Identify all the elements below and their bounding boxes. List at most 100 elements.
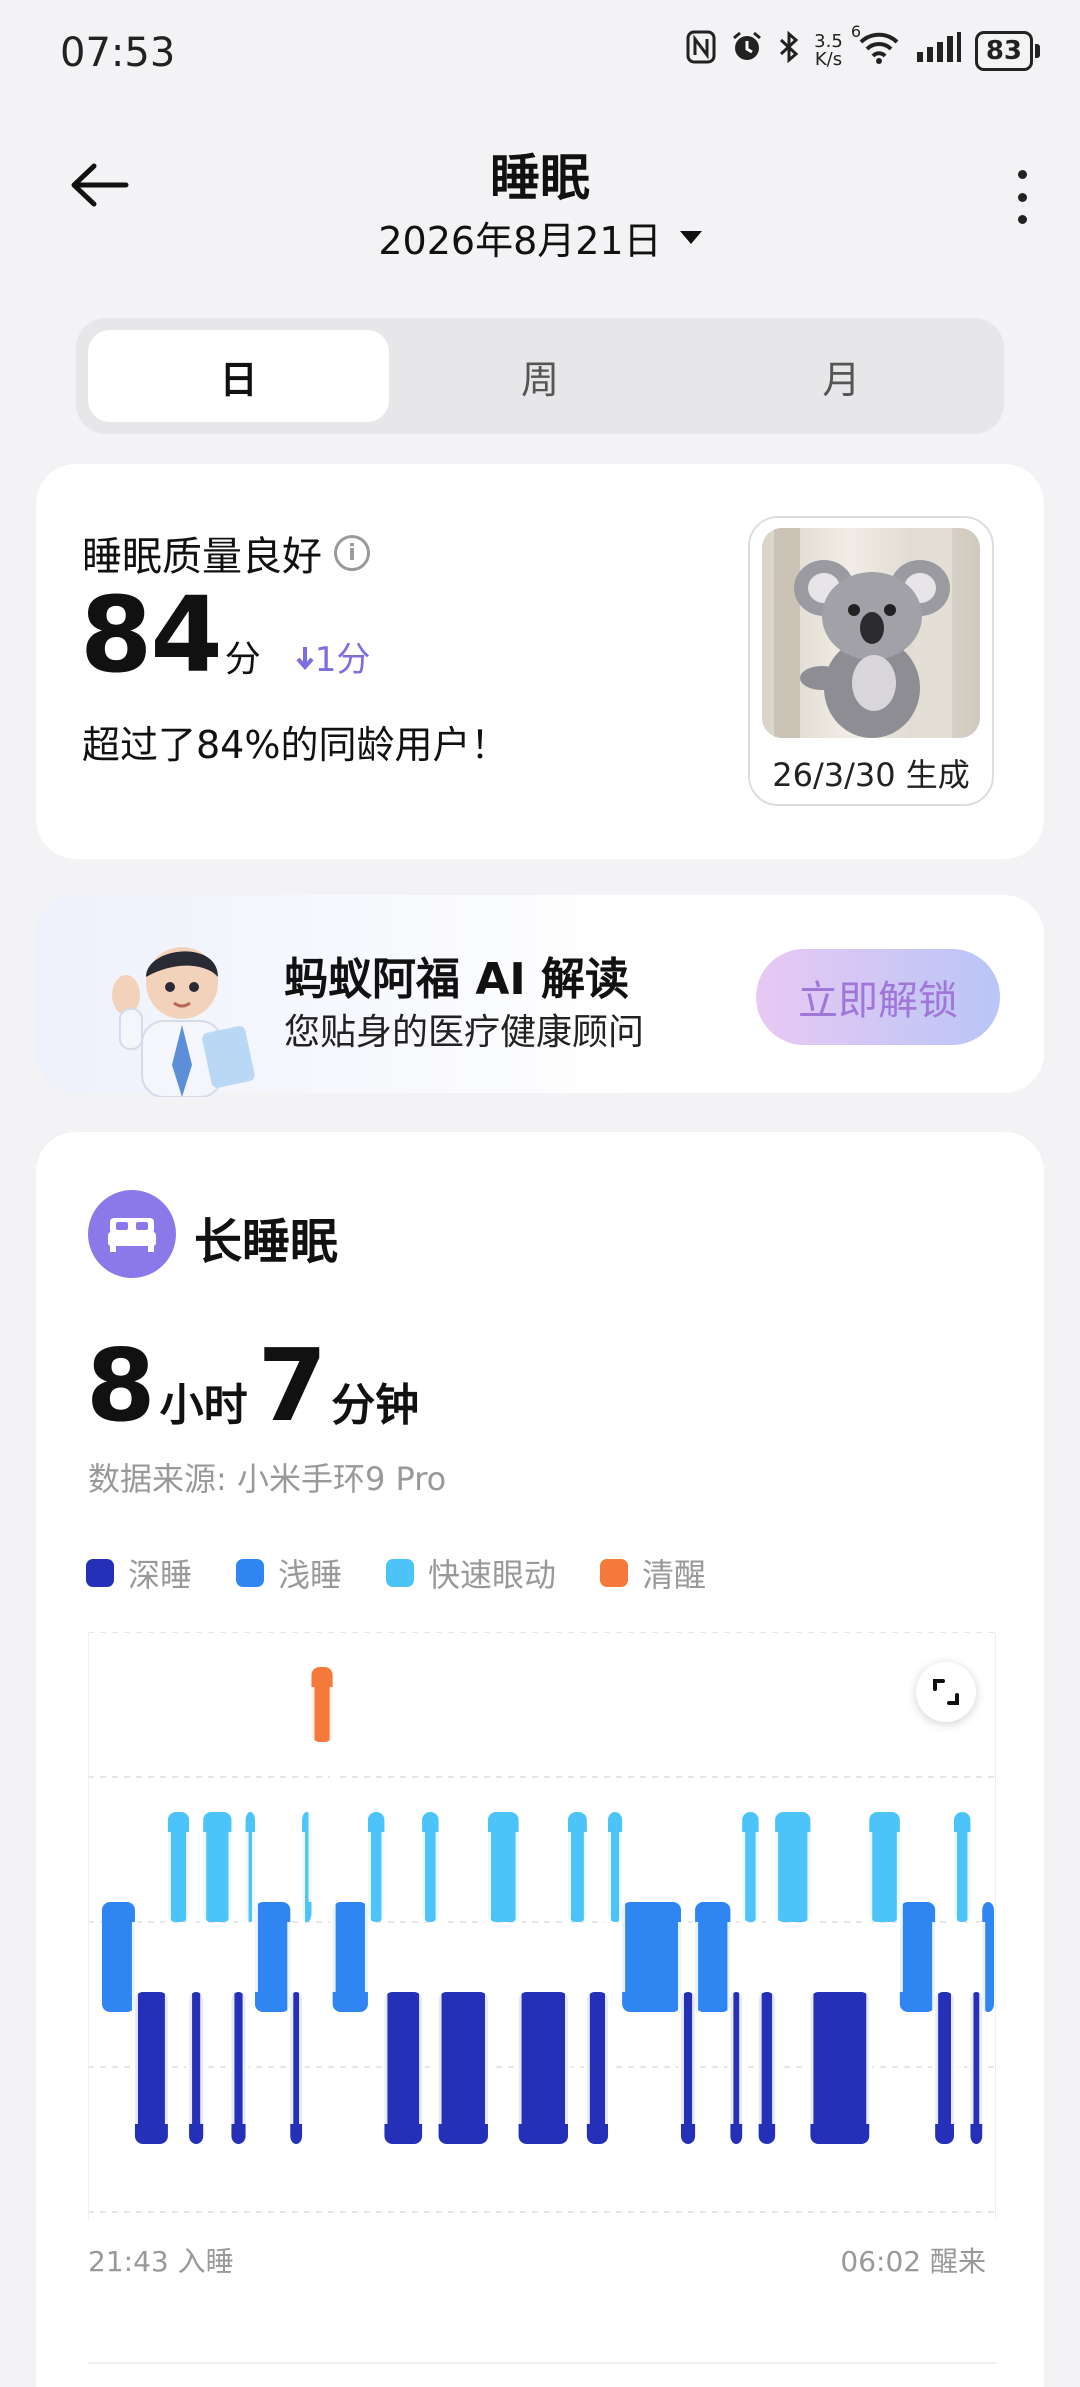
date-label: 2026年8月21日 xyxy=(378,219,662,263)
koala-date: 26/3/30 生成 xyxy=(772,756,970,794)
net-speed: 3.5 K/s xyxy=(814,31,843,70)
status-time: 07:53 xyxy=(60,30,176,76)
date-selector[interactable]: 2026年8月21日 xyxy=(0,210,1080,265)
sleep-stage-chart[interactable] xyxy=(88,1632,996,2220)
stage-transition xyxy=(186,1832,193,2124)
duration-hours: 8 xyxy=(86,1327,156,1444)
minutes-unit: 分钟 xyxy=(331,1380,420,1431)
stage-transition xyxy=(287,1922,294,2124)
stage-segment xyxy=(622,1902,681,2012)
stage-transition xyxy=(677,1922,684,2124)
caret-down-icon xyxy=(679,231,702,244)
sleep-title: 长睡眠 xyxy=(194,1214,339,1270)
stage-transition xyxy=(979,1922,986,2124)
stage-segment xyxy=(869,1812,900,1922)
quality-description: 超过了84%的同龄用户！ xyxy=(82,723,509,767)
unlock-button[interactable]: 立即解锁 xyxy=(756,949,1000,1045)
data-source: 数据来源: 小米手环9 Pro xyxy=(88,1460,447,1498)
ai-title: 蚂蚁阿福 AI 解读 xyxy=(284,954,630,1005)
stage-segment xyxy=(167,1812,190,1922)
stage-transition xyxy=(228,1832,235,2124)
stage-transition xyxy=(950,1832,957,2124)
battery-cap xyxy=(1035,44,1040,58)
stage-transition xyxy=(308,1687,315,1902)
sleep-quality-card[interactable]: 睡眠质量良好 i 84 分 1分 超过了84%的同龄用户！ 26/3/30 生成 xyxy=(36,464,1044,859)
hours-unit: 小时 xyxy=(159,1380,248,1431)
stage-segment xyxy=(384,1992,423,2144)
stage-segment xyxy=(899,1902,936,2012)
stage-segment xyxy=(518,1992,569,2144)
stage-transition xyxy=(619,1832,626,1992)
stage-transition xyxy=(364,1832,371,1992)
stage-segment xyxy=(254,1902,291,2012)
sleep-duration: 8 小时 7 分钟 xyxy=(86,1327,429,1444)
ai-promo-card[interactable]: 蚂蚁阿福 AI 解读 您贴身的医疗健康顾问 立即解锁 xyxy=(36,895,1044,1098)
legend-awake: 清醒 xyxy=(600,1550,706,1596)
battery-indicator: 83 xyxy=(974,31,1033,71)
bed-icon xyxy=(88,1190,176,1278)
sleep-start-time: 21:43 入睡 xyxy=(88,2245,234,2278)
tab-week[interactable]: 周 xyxy=(389,330,690,422)
stage-transition xyxy=(807,1832,814,2124)
tab-day[interactable]: 日 xyxy=(88,330,390,422)
more-options-button[interactable] xyxy=(1012,170,1032,224)
koala-card[interactable]: 26/3/30 生成 xyxy=(748,516,994,806)
nfc-icon xyxy=(686,30,716,72)
quality-score: 84 xyxy=(80,574,223,696)
stage-segment xyxy=(203,1812,232,1922)
quality-score-row: 84 分 1分 xyxy=(80,574,370,696)
signal-icon xyxy=(915,32,961,70)
stage-transition xyxy=(896,1832,903,1992)
sleep-end-time: 06:02 醒来 xyxy=(840,2245,986,2278)
score-delta: 1分 xyxy=(295,632,370,681)
stage-transition xyxy=(583,1832,590,2124)
stage-transition xyxy=(200,1832,207,2124)
stage-segment xyxy=(134,1992,168,2144)
stage-segment xyxy=(332,1902,368,2012)
stage-transition xyxy=(605,1832,612,2124)
ai-subtitle: 您贴身的医疗健康顾问 xyxy=(284,1012,645,1053)
stage-segment xyxy=(102,1902,135,2012)
info-icon[interactable]: i xyxy=(334,535,370,571)
stage-transition xyxy=(419,1832,426,2124)
stage-transition xyxy=(692,1922,699,2124)
stage-transition xyxy=(739,1832,746,2124)
page-title: 睡眠 xyxy=(490,149,590,207)
bluetooth-icon xyxy=(778,30,800,72)
wifi-icon: 6 xyxy=(851,22,901,72)
stage-transition xyxy=(329,1687,336,1992)
tab-month[interactable]: 月 xyxy=(691,330,992,422)
score-unit: 分 xyxy=(224,639,261,680)
stage-segment xyxy=(586,1992,609,2144)
arrow-down-icon xyxy=(296,647,314,671)
stage-transition xyxy=(727,1922,734,2124)
stage-transition xyxy=(967,1832,974,2124)
doctor-avatar xyxy=(98,925,278,1098)
stage-transition xyxy=(515,1832,522,2124)
stage-segment xyxy=(487,1812,519,1922)
divider xyxy=(88,2362,996,2364)
duration-minutes: 7 xyxy=(257,1327,328,1444)
stage-transition xyxy=(381,1832,388,2124)
stage-transition xyxy=(755,1832,762,2124)
expand-button[interactable] xyxy=(916,1662,976,1722)
stage-transition xyxy=(299,1832,306,2124)
stage-transition xyxy=(772,1832,779,2124)
status-icons: 3.5 K/s 6 83 xyxy=(686,22,1040,72)
stage-transition xyxy=(435,1832,442,2124)
legend-rem: 快速眼动 xyxy=(386,1550,556,1596)
stage-transition xyxy=(164,1832,171,2124)
stage-transition xyxy=(866,1832,873,2124)
stage-transition xyxy=(131,1922,138,2124)
period-tabs: 日 周 月 xyxy=(76,318,1004,434)
stage-transition xyxy=(565,1832,572,2124)
stage-transition xyxy=(932,1922,939,2124)
stage-transition xyxy=(242,1832,249,2124)
legend-deep: 深睡 xyxy=(86,1550,192,1596)
stage-segment xyxy=(810,1992,870,2144)
long-sleep-card: 长睡眠 8 小时 7 分钟 数据来源: 小米手环9 Pro 深睡 浅睡 快速眼动… xyxy=(36,1132,1044,2387)
stage-transition xyxy=(484,1832,491,2124)
stage-segment xyxy=(775,1812,811,1922)
fullscreen-icon xyxy=(933,1679,959,1705)
alarm-icon xyxy=(730,30,764,72)
